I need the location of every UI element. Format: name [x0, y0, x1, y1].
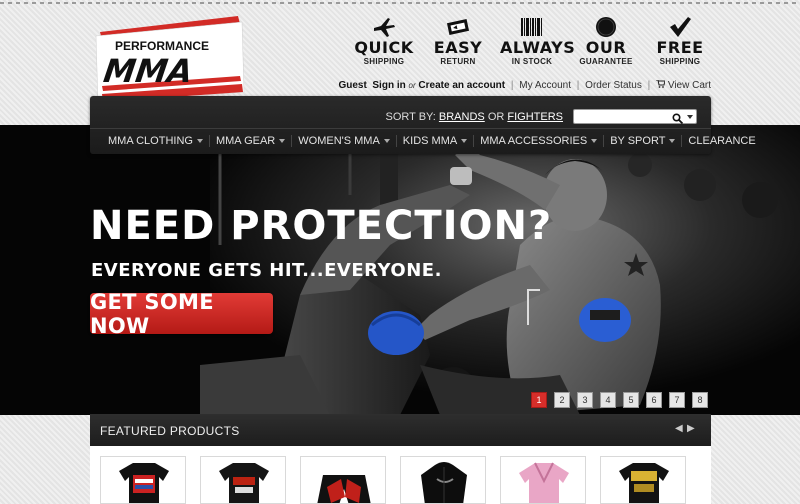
menu-item-label: MMA ACCESSORIES [480, 135, 588, 147]
chevron-right-icon[interactable]: ▶ [687, 423, 695, 434]
menu-item-label: KIDS MMA [402, 135, 458, 147]
sort-by: SORT BY: BRANDS OR FIGHTERS [386, 111, 564, 123]
feature-main: FREE [656, 38, 704, 57]
chevron-down-icon [196, 139, 203, 143]
nav-divider [90, 128, 711, 129]
separator: | [647, 80, 651, 91]
search-icon[interactable] [672, 111, 684, 129]
slide-dot[interactable]: 2 [554, 392, 570, 408]
create-account-link[interactable]: Create an account [418, 80, 505, 91]
barcode-icon [500, 14, 564, 40]
feature-always-in-stock[interactable]: ALWAYS IN STOCK [500, 14, 576, 74]
feature-sub: SHIPPING [363, 57, 405, 66]
chevron-down-icon [383, 139, 390, 143]
main-navigation: SORT BY: BRANDS OR FIGHTERS MMA CLOTHING… [90, 96, 756, 154]
menu-item-mma-accessories[interactable]: MMA ACCESSORIES [473, 135, 603, 147]
feature-main: EASY [433, 38, 483, 57]
sort-by-label: SORT BY: [385, 111, 436, 123]
airplane-icon [352, 14, 416, 40]
hero-title: NEED PROTECTION? [90, 203, 553, 249]
slider-pagination: 1 2 3 4 5 6 7 8 [531, 392, 708, 408]
featured-products-header: FEATURED PRODUCTS ◀ ▶ [90, 414, 711, 446]
get-some-now-button[interactable]: GET SOME NOW [90, 290, 273, 338]
site-logo[interactable]: PERFORMANCE MMA [90, 14, 248, 108]
feature-main: QUICK [354, 38, 414, 57]
or-label: or [408, 81, 416, 90]
separator: | [510, 80, 514, 91]
menu-item-mma-gear[interactable]: MMA GEAR [208, 135, 291, 147]
chevron-down-icon[interactable] [687, 115, 693, 119]
slide-dot[interactable]: 7 [669, 392, 685, 408]
feature-sub: GUARANTEE [579, 57, 633, 66]
view-cart-link[interactable]: View Cart [668, 80, 711, 91]
product-card-elite-tshirt[interactable] [600, 456, 686, 504]
order-status-link[interactable]: Order Status [585, 80, 642, 91]
slide-dot[interactable]: 1 [531, 392, 547, 408]
search-input[interactable] [573, 109, 697, 125]
logo-line2: MMA [101, 52, 195, 90]
top-stitch-border [0, 2, 800, 4]
guest-label: Guest [338, 80, 367, 91]
category-menu: MMA CLOTHING MMA GEAR WOMEN'S MMA KIDS M… [102, 132, 762, 150]
featured-carousel-arrows: ◀ ▶ [675, 423, 695, 434]
menu-item-kids-mma[interactable]: KIDS MMA [395, 135, 473, 147]
menu-item-clearance[interactable]: CLEARANCE [681, 135, 761, 147]
menu-item-label: CLEARANCE [688, 135, 756, 147]
hero-subtitle: EVERYONE GETS HIT...EVERYONE. [91, 260, 442, 281]
account-links: Guest Sign in or Create an account | My … [338, 79, 711, 91]
sort-by-brands-link[interactable]: BRANDS [439, 111, 485, 123]
product-card-team-tshirt[interactable] [200, 456, 286, 504]
hero-banner[interactable]: NEED PROTECTION? EVERYONE GETS HIT...EVE… [0, 125, 800, 415]
chevron-down-icon [279, 139, 286, 143]
menu-item-label: BY SPORT [610, 135, 666, 147]
chevron-down-icon [591, 139, 598, 143]
feature-quick-shipping[interactable]: QUICK SHIPPING [352, 14, 416, 74]
chevron-left-icon[interactable]: ◀ [675, 423, 683, 434]
slide-dot[interactable]: 3 [577, 392, 593, 408]
menu-item-label: MMA CLOTHING [108, 135, 193, 147]
product-card-black-hoodie[interactable] [400, 456, 486, 504]
checkmark-icon [648, 14, 712, 40]
slide-dot[interactable]: 4 [600, 392, 616, 408]
menu-item-label: WOMEN'S MMA [298, 135, 380, 147]
feature-main: ALWAYS [500, 38, 576, 57]
chevron-down-icon [461, 139, 468, 143]
menu-item-label: MMA GEAR [215, 135, 276, 147]
sort-by-or: OR [487, 111, 505, 123]
feature-main: OUR [585, 38, 627, 57]
menu-item-womens-mma[interactable]: WOMEN'S MMA [291, 135, 396, 147]
product-card-broadway-tshirt[interactable] [100, 456, 186, 504]
slide-dot[interactable]: 5 [623, 392, 639, 408]
feature-free-shipping[interactable]: FREE SHIPPING [648, 14, 712, 74]
feature-our-guarantee[interactable]: OUR GUARANTEE [574, 14, 638, 74]
separator: | [576, 80, 580, 91]
menu-item-mma-clothing[interactable]: MMA CLOTHING [102, 135, 209, 147]
menu-item-by-sport[interactable]: BY SPORT [603, 135, 681, 147]
chevron-down-icon [669, 139, 676, 143]
slide-dot[interactable]: 8 [692, 392, 708, 408]
my-account-link[interactable]: My Account [519, 80, 571, 91]
feature-sub: RETURN [440, 57, 476, 66]
logo-line1: PERFORMANCE [115, 39, 209, 53]
sort-by-fighters-link[interactable]: FIGHTERS [507, 111, 563, 123]
featured-products-title: FEATURED PRODUCTS [100, 424, 240, 438]
feature-sub: SHIPPING [659, 57, 701, 66]
feature-badges: QUICK SHIPPING EASY RETURN ALWAYS IN STO… [352, 14, 712, 74]
slide-dot[interactable]: 6 [646, 392, 662, 408]
return-ticket-icon [426, 14, 490, 40]
product-card-fight-shorts[interactable] [300, 456, 386, 504]
medal-icon [574, 14, 638, 40]
product-card-pink-gi[interactable] [500, 456, 586, 504]
cart-icon[interactable] [656, 79, 668, 91]
feature-easy-return[interactable]: EASY RETURN [426, 14, 490, 74]
sign-in-link[interactable]: Sign in [372, 80, 405, 91]
feature-sub: IN STOCK [511, 57, 553, 66]
